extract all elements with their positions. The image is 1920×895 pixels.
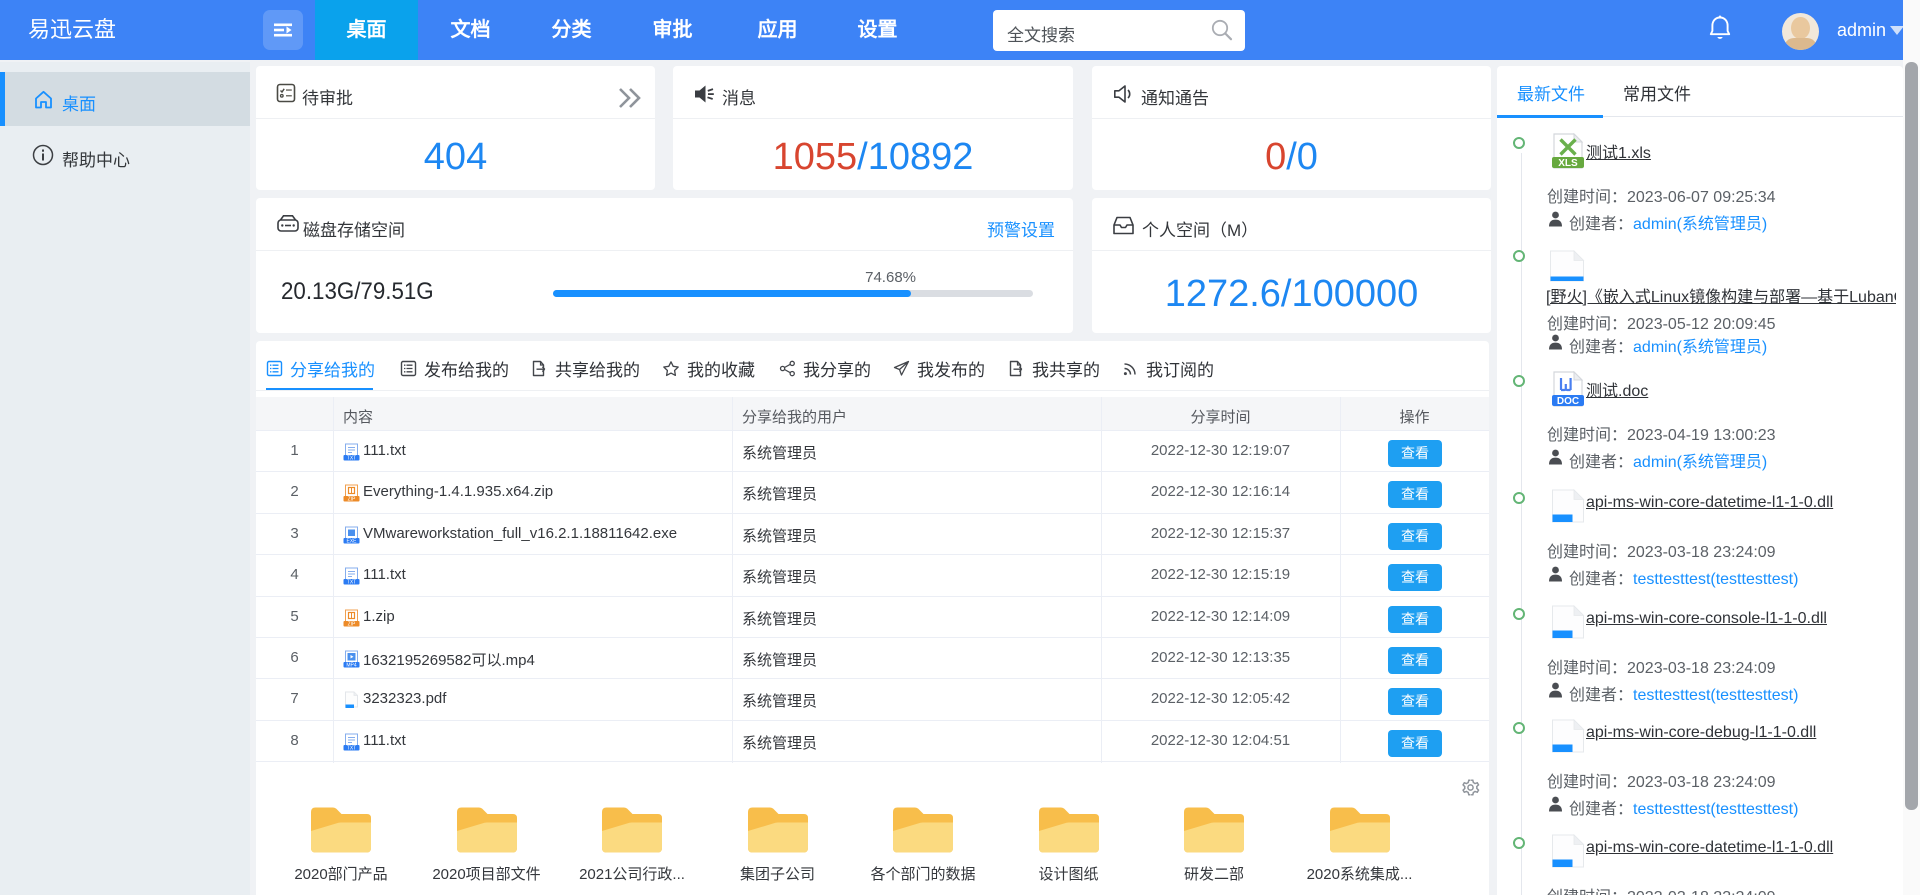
svg-text:TXT: TXT	[347, 745, 356, 750]
svg-text:DOC: DOC	[1557, 396, 1579, 407]
svg-text:XLS: XLS	[1558, 158, 1578, 169]
svg-text:TXT: TXT	[347, 456, 356, 461]
svg-text:MP4: MP4	[346, 663, 357, 668]
svg-text:TXT: TXT	[347, 580, 356, 585]
svg-text:ZIP: ZIP	[348, 621, 356, 626]
svg-text:ZIP: ZIP	[348, 497, 356, 502]
svg-text:EXE: EXE	[346, 538, 357, 543]
